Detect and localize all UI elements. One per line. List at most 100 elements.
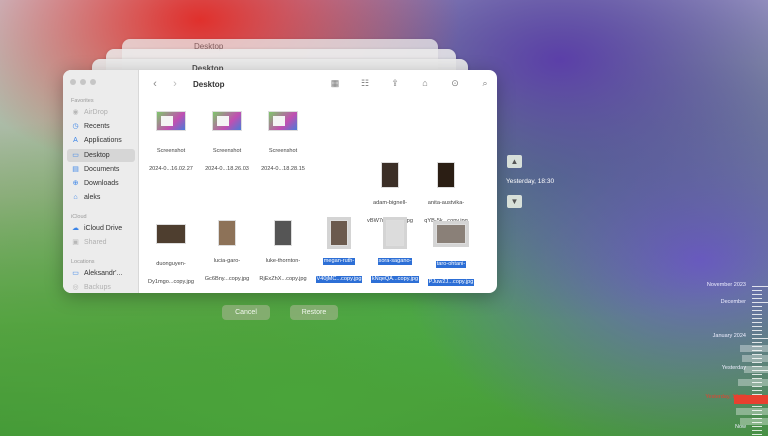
file-thumbnail bbox=[268, 111, 298, 131]
timeline-tick[interactable] bbox=[752, 306, 762, 307]
timeline-label[interactable]: November 2023 bbox=[686, 282, 746, 288]
file-thumbnail bbox=[437, 162, 455, 188]
sidebar-item-label: Desktop bbox=[84, 151, 110, 159]
sidebar-item-label: iCloud Drive bbox=[84, 225, 123, 232]
forward-chevron-icon[interactable]: › bbox=[169, 78, 181, 90]
timeline-tick[interactable] bbox=[752, 326, 762, 327]
timeline-tick[interactable] bbox=[752, 298, 762, 299]
timeline-tick[interactable] bbox=[752, 322, 762, 323]
window-title: Desktop bbox=[193, 79, 225, 89]
timeline-label[interactable]: Yesterday bbox=[686, 365, 746, 371]
sidebar-item[interactable]: A Applications bbox=[67, 134, 135, 147]
file-name: luke-thornton- bbox=[265, 258, 301, 264]
timeline-snapshot-bar[interactable] bbox=[740, 345, 768, 352]
timeline-snapshot-bar[interactable] bbox=[744, 366, 768, 373]
timeline-tick[interactable] bbox=[752, 314, 762, 315]
timeline-tick[interactable] bbox=[752, 386, 762, 387]
sidebar-item-label: Shared bbox=[84, 239, 107, 247]
timeline-tick[interactable] bbox=[752, 338, 768, 339]
desktop-icon: ▭ bbox=[72, 151, 79, 159]
group-icon[interactable]: ☷ bbox=[357, 76, 373, 90]
timeline-label[interactable]: December bbox=[686, 299, 746, 305]
file-name: Screenshot bbox=[156, 148, 186, 154]
sidebar-item[interactable]: ◉ AirDrop bbox=[67, 106, 135, 119]
sidebar-item[interactable]: ☁ iCloud Drive bbox=[67, 222, 135, 235]
timeline-label[interactable]: Now bbox=[686, 424, 746, 430]
file-name: adam-bignell- bbox=[373, 200, 407, 206]
finder-window: Favorites ◉ AirDrop ◷ Recents A Applications ▭… bbox=[63, 70, 497, 293]
download-icon: ⊕ bbox=[72, 180, 79, 187]
icon-view-icon[interactable]: ▦ bbox=[327, 76, 343, 90]
timeline-tick[interactable] bbox=[752, 374, 762, 375]
file-item[interactable]: Screenshot 2024-0...18.28.15 bbox=[253, 107, 313, 175]
cancel-button[interactable]: Cancel bbox=[222, 305, 270, 320]
close-button[interactable] bbox=[70, 79, 76, 85]
timeline-current-marker[interactable] bbox=[734, 395, 768, 404]
sidebar-item-label: Backups bbox=[84, 284, 111, 292]
file-item[interactable]: adam-bignell-vBW7rD...copy.jpg bbox=[360, 162, 420, 227]
timeline-tick[interactable] bbox=[752, 294, 762, 295]
document-icon: ▤ bbox=[72, 165, 79, 173]
drive-icon: ◎ bbox=[72, 284, 79, 292]
file-thumbnail bbox=[381, 162, 399, 188]
timeline-tick[interactable] bbox=[752, 290, 762, 291]
more-icon[interactable]: ⊙ bbox=[447, 76, 463, 90]
file-name: megan-ruth- bbox=[322, 258, 356, 265]
file-item[interactable]: luke-thornton- RjExZhX...copy.jpg bbox=[253, 220, 313, 285]
sidebar-header-favorites: Favorites bbox=[71, 98, 94, 104]
file-thumbnail bbox=[218, 220, 236, 246]
timeline-tick[interactable] bbox=[752, 334, 762, 335]
sidebar-item-label: Documents bbox=[84, 165, 120, 173]
timeline-snapshot-bar[interactable] bbox=[738, 379, 768, 386]
timeline-tick[interactable] bbox=[752, 342, 762, 343]
minimize-button[interactable] bbox=[80, 79, 86, 85]
sidebar-item[interactable]: ◷ Recents bbox=[67, 120, 135, 133]
timeline-tick[interactable] bbox=[752, 434, 762, 435]
file-item[interactable]: duonguyen- Dy1mgo...copy.jpg bbox=[141, 220, 201, 288]
timeline-tick[interactable] bbox=[752, 302, 768, 303]
timeline-tick[interactable] bbox=[752, 406, 762, 407]
file-name: RjExZhX...copy.jpg bbox=[259, 276, 307, 282]
file-thumbnail bbox=[383, 217, 407, 249]
file-item[interactable]: taro-ohtani- PJuw2J...copy.jpg bbox=[421, 220, 481, 288]
zoom-button[interactable] bbox=[90, 79, 96, 85]
sidebar-item[interactable]: ▭ Desktop bbox=[67, 148, 135, 162]
file-name: kNqeQA...copy.jpg bbox=[370, 276, 420, 283]
file-item[interactable]: anita-austvika-qYB-5k...copy.jpg bbox=[416, 162, 476, 227]
tag-icon[interactable]: ⌂ bbox=[417, 76, 433, 90]
search-icon[interactable]: ⌕ bbox=[477, 76, 493, 90]
timeline-tick[interactable] bbox=[752, 330, 762, 331]
file-item[interactable]: megan-ruth- V40jMC...copy.jpg bbox=[309, 217, 369, 285]
sidebar-item[interactable]: ⌂ aleks bbox=[67, 191, 135, 204]
file-thumbnail bbox=[274, 220, 292, 246]
sidebar-item[interactable]: ▭ Aleksandr'... bbox=[67, 267, 135, 280]
file-item[interactable]: sora-sagano-kNqeQA...copy.jpg bbox=[365, 217, 425, 285]
sidebar-item[interactable]: ◎ Backups bbox=[67, 281, 135, 293]
share-icon[interactable]: ⇪ bbox=[387, 76, 403, 90]
timeline-tick[interactable] bbox=[752, 390, 762, 391]
timeline-tick[interactable] bbox=[752, 310, 762, 311]
timeline-tick[interactable] bbox=[752, 286, 768, 287]
restore-button[interactable]: Restore bbox=[290, 305, 338, 320]
timeline-snapshot-bar[interactable] bbox=[736, 408, 768, 415]
sidebar-item[interactable]: ▣ Shared bbox=[67, 236, 135, 249]
file-item[interactable]: Screenshot 2024-0...16.02.27 bbox=[141, 107, 201, 175]
back-chevron-icon[interactable]: ‹ bbox=[149, 78, 161, 90]
sidebar-item[interactable]: ▤ Documents bbox=[67, 163, 135, 176]
timeline-label[interactable]: January 2024 bbox=[686, 333, 746, 339]
timeline-snapshot-bar[interactable] bbox=[740, 418, 768, 425]
file-item[interactable]: lucia-garo- Gc6Bny...copy.jpg bbox=[197, 220, 257, 285]
timeline-tick[interactable] bbox=[752, 362, 762, 363]
file-item[interactable]: Screenshot 2024-0...18.26.03 bbox=[197, 107, 257, 175]
home-icon: ⌂ bbox=[73, 194, 78, 202]
timeline-tick[interactable] bbox=[752, 430, 762, 431]
timeline-tick[interactable] bbox=[752, 318, 762, 319]
older-snapshot-chevron-down-icon[interactable]: ▼ bbox=[507, 195, 522, 208]
file-name: Screenshot bbox=[212, 148, 242, 154]
timeline-snapshot-bar[interactable] bbox=[742, 355, 768, 362]
file-name: lucia-garo- bbox=[213, 258, 241, 264]
newer-snapshot-chevron-up-icon[interactable]: ▲ bbox=[507, 155, 522, 168]
timeline-tick[interactable] bbox=[752, 426, 762, 427]
clock-icon: ◷ bbox=[72, 123, 79, 131]
sidebar-item[interactable]: ⊕ Downloads bbox=[67, 177, 135, 190]
